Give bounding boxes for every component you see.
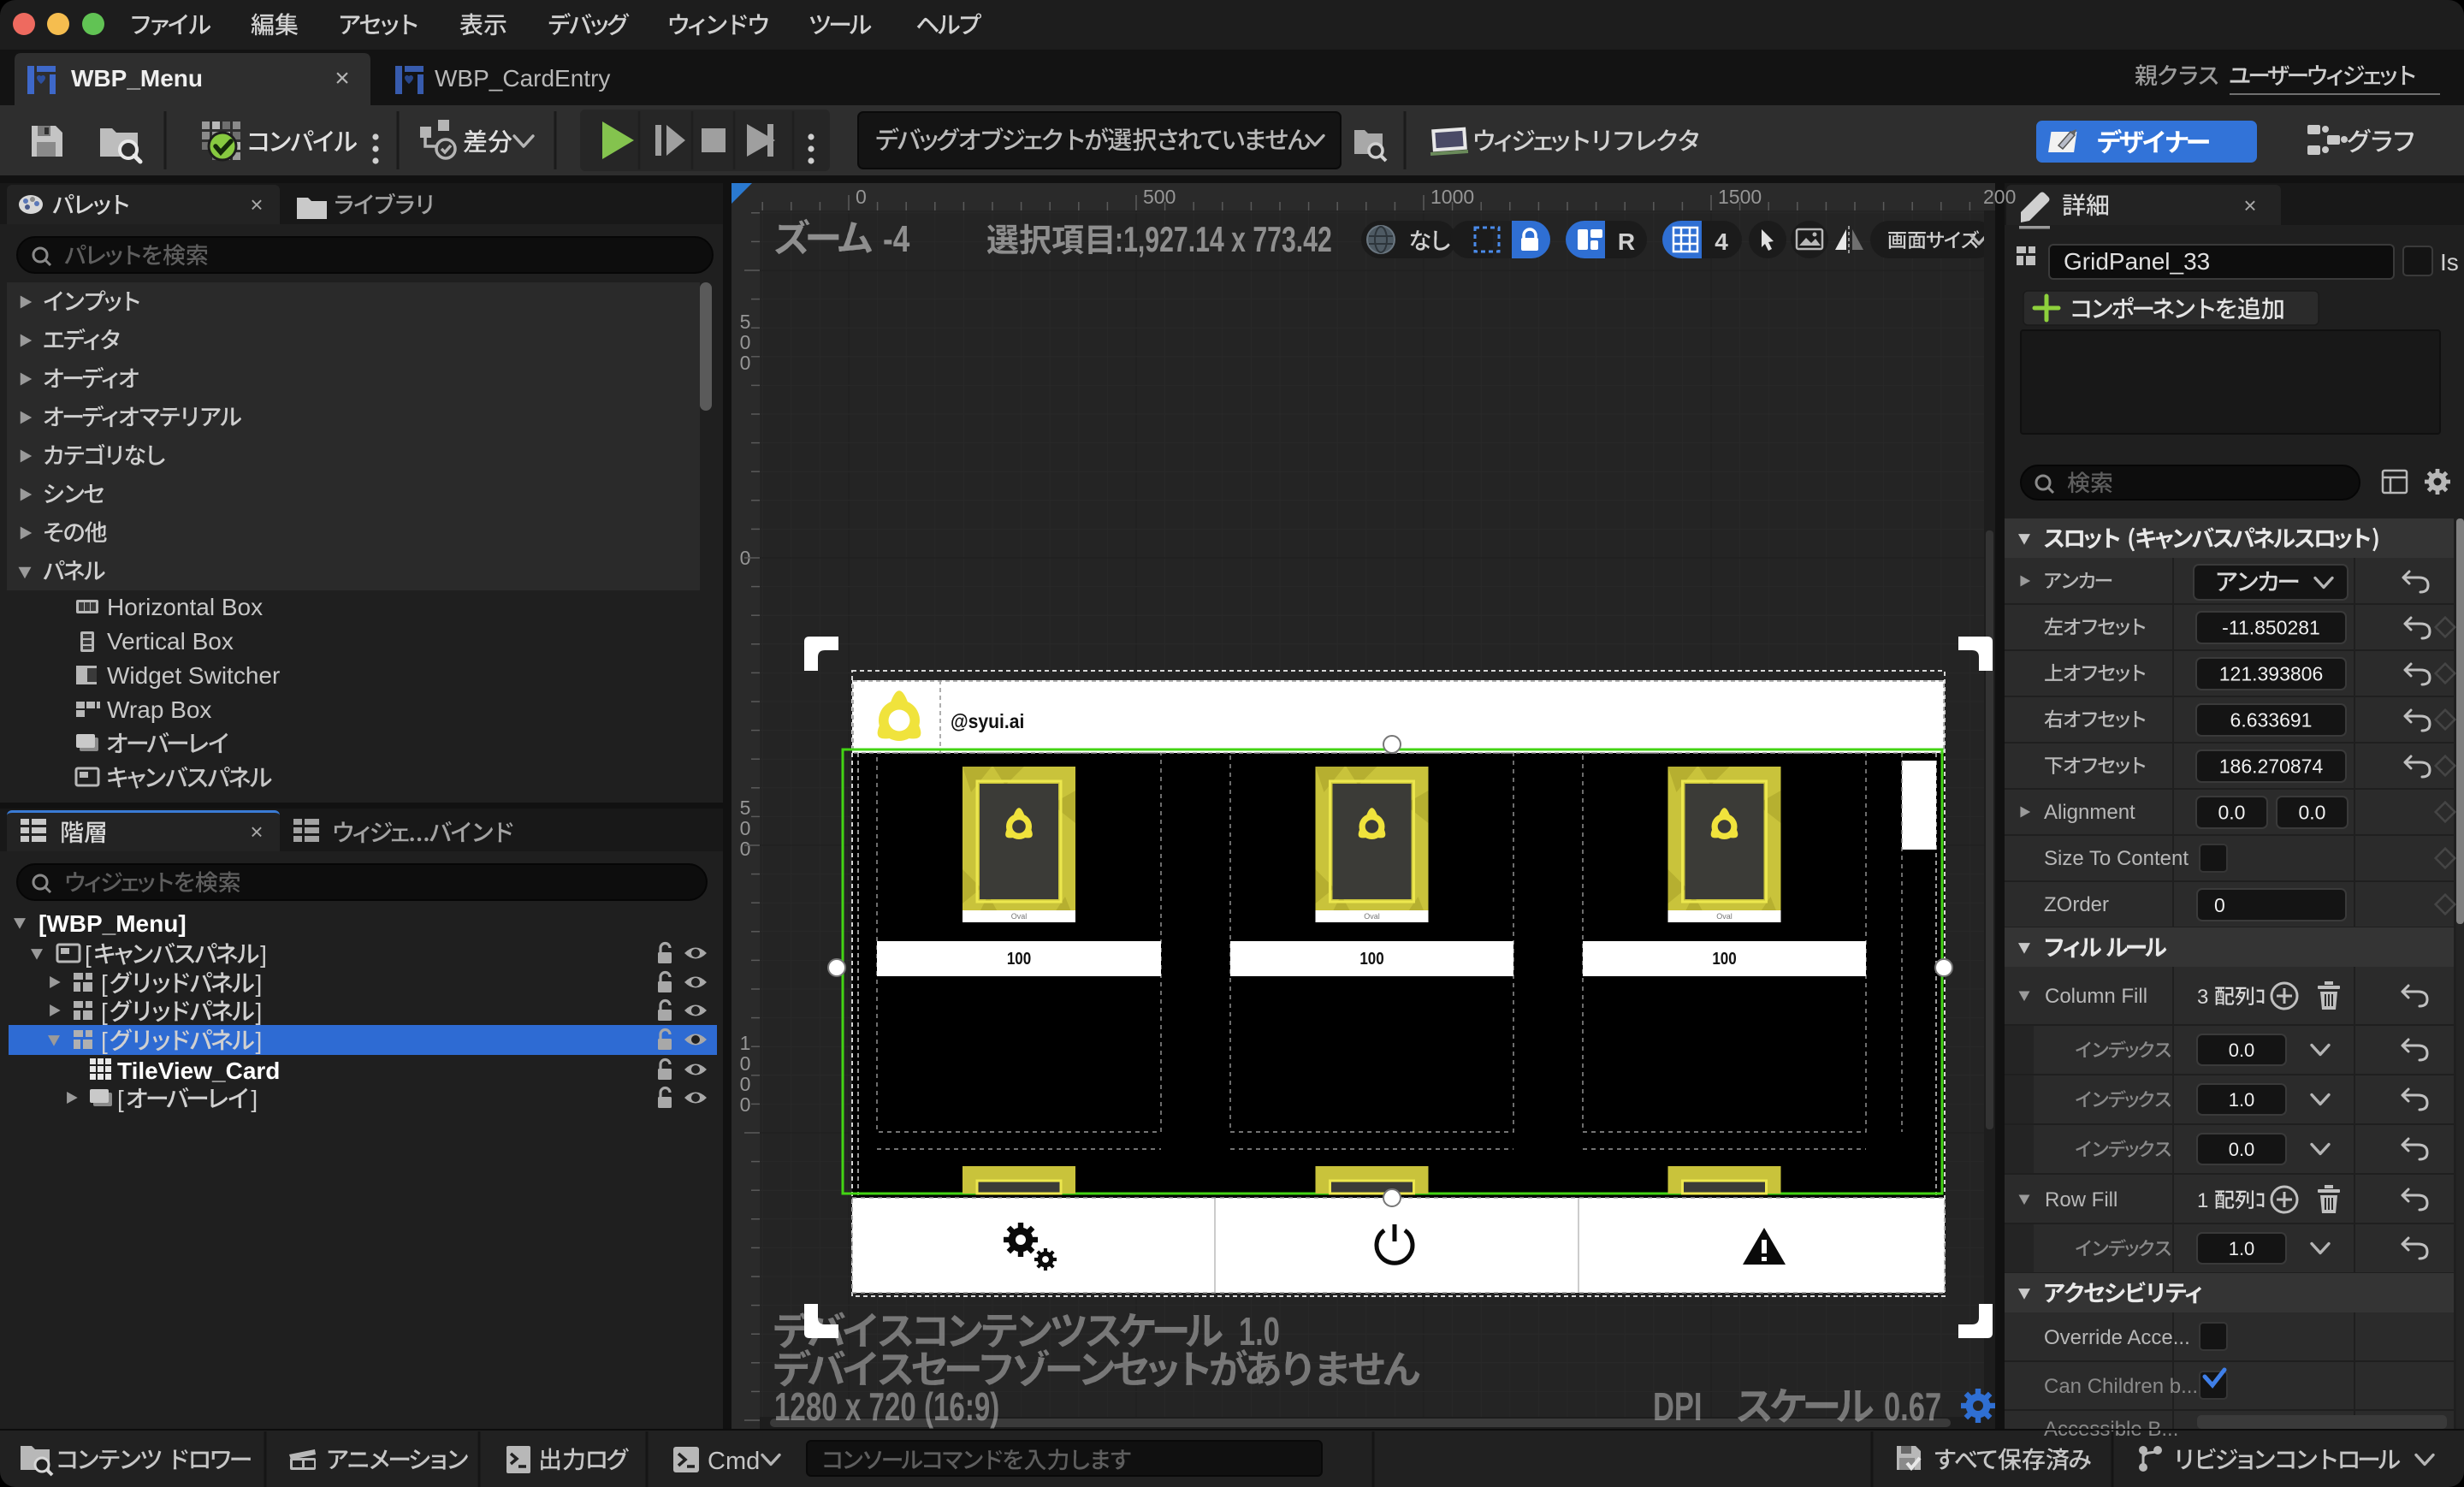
svg-text:5: 5 [740, 311, 751, 333]
svg-text:Widget Switcher: Widget Switcher [107, 662, 280, 689]
svg-text:ZOrder: ZOrder [2044, 893, 2109, 916]
svg-text:]: ] [255, 998, 262, 1025]
svg-text:Wrap Box: Wrap Box [107, 696, 211, 723]
svg-text:Row Fill: Row Fill [2045, 1188, 2118, 1212]
svg-text:0: 0 [740, 352, 751, 374]
svg-text:Vertical Box: Vertical Box [107, 628, 234, 655]
svg-text:WBP_CardEntry: WBP_CardEntry [435, 65, 610, 92]
svg-text:Can Children b...: Can Children b... [2044, 1375, 2198, 1398]
svg-text:[: [ [101, 998, 108, 1025]
svg-text:100: 100 [1359, 949, 1383, 969]
svg-text:0: 0 [740, 1093, 751, 1116]
svg-text:]: ] [251, 1086, 258, 1112]
svg-text:1: 1 [740, 1032, 751, 1054]
svg-text:DPI: DPI [1653, 1384, 1702, 1429]
svg-text:Is: Is [2440, 249, 2459, 275]
svg-text:200: 200 [1983, 186, 2016, 208]
svg-text:5: 5 [740, 797, 751, 819]
svg-text:100: 100 [1712, 949, 1736, 969]
svg-text:]: ] [255, 970, 262, 997]
svg-text:Oval: Oval [1011, 912, 1028, 921]
svg-text:0: 0 [740, 1052, 751, 1075]
svg-text:0: 0 [856, 186, 867, 208]
svg-text:Oval: Oval [1364, 912, 1380, 921]
svg-text:Oval: Oval [1716, 912, 1732, 921]
svg-text:4: 4 [1715, 228, 1728, 255]
svg-text:Size To Content: Size To Content [2044, 847, 2189, 870]
svg-text:0: 0 [2214, 894, 2225, 916]
svg-text:×: × [250, 819, 263, 844]
svg-text:Column Fill: Column Fill [2045, 985, 2147, 1008]
svg-text:WBP_Menu: WBP_Menu [71, 65, 203, 92]
svg-text:]: ] [260, 941, 267, 968]
svg-text:0.67: 0.67 [1884, 1384, 1941, 1429]
svg-text:0: 0 [740, 817, 751, 839]
svg-text:100: 100 [1007, 949, 1031, 969]
svg-text:]: ] [255, 1028, 262, 1054]
svg-text:@syui.ai: @syui.ai [951, 710, 1024, 732]
svg-text:[: [ [101, 1028, 108, 1054]
svg-text:0: 0 [740, 331, 751, 353]
svg-text:1: 1 [2197, 1189, 2208, 1212]
svg-text:Alignment: Alignment [2044, 801, 2135, 824]
svg-text:500: 500 [1143, 186, 1176, 208]
svg-text:R: R [1618, 228, 1635, 255]
svg-text:3: 3 [2197, 986, 2208, 1009]
svg-text:0: 0 [740, 1073, 751, 1095]
svg-text:1.0: 1.0 [1239, 1309, 1280, 1354]
svg-text:1.0: 1.0 [2229, 1238, 2255, 1259]
svg-text:[: [ [85, 941, 92, 968]
svg-text:×: × [2243, 193, 2256, 218]
svg-text::1,927.14 x 773.42: :1,927.14 x 773.42 [1115, 219, 1332, 259]
svg-text:1280 x 720 (16:9): 1280 x 720 (16:9) [774, 1386, 999, 1429]
svg-text:6.633691: 6.633691 [2230, 709, 2313, 732]
svg-text:Cmd: Cmd [708, 1448, 760, 1475]
svg-text:[WBP_Menu]: [WBP_Menu] [38, 910, 187, 937]
svg-text:×: × [250, 192, 263, 217]
svg-text:0.0: 0.0 [2218, 802, 2246, 824]
svg-text:[: [ [101, 970, 108, 997]
svg-text:-11.850281: -11.850281 [2222, 617, 2320, 639]
svg-text:GridPanel_33: GridPanel_33 [2064, 248, 2210, 275]
svg-text:0.0: 0.0 [2299, 802, 2326, 824]
svg-text:TileView_Card: TileView_Card [117, 1057, 280, 1084]
svg-text:0: 0 [740, 838, 751, 860]
svg-text:0.0: 0.0 [2229, 1139, 2255, 1160]
svg-text:Override Acce...: Override Acce... [2044, 1326, 2190, 1349]
svg-text:1.0: 1.0 [2229, 1089, 2255, 1111]
svg-text:0.0: 0.0 [2229, 1040, 2255, 1061]
svg-text:[: [ [117, 1086, 124, 1112]
svg-text:-4: -4 [883, 218, 909, 260]
svg-text:186.270874: 186.270874 [2219, 755, 2324, 778]
svg-text:Horizontal Box: Horizontal Box [107, 594, 263, 620]
svg-text:×: × [335, 64, 350, 92]
svg-text:121.393806: 121.393806 [2219, 663, 2324, 685]
